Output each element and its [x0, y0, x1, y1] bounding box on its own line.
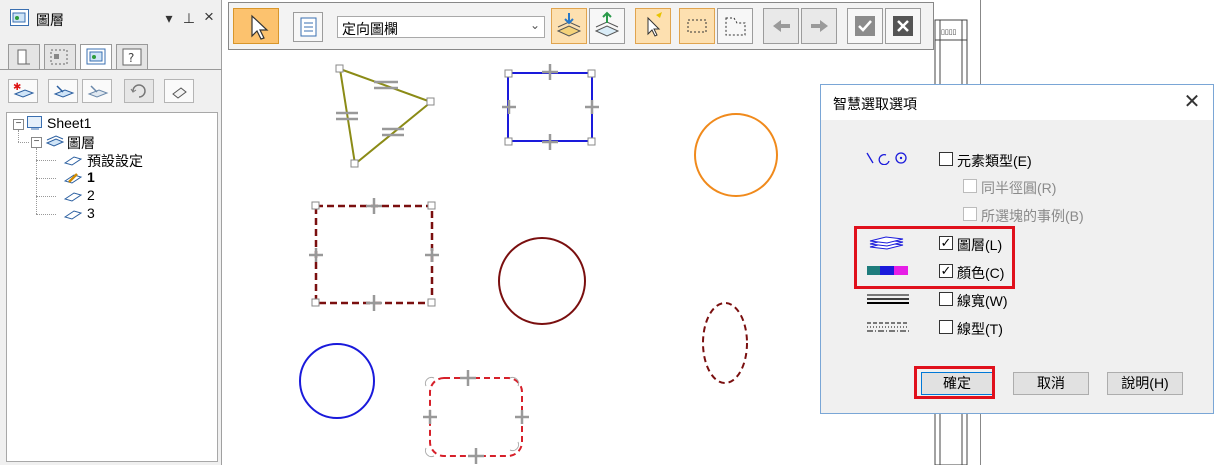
dashed-rounded-shape[interactable]: [423, 370, 529, 464]
magic-cursor-icon: [647, 12, 662, 37]
line-type-label: 線型(T): [957, 321, 1003, 337]
smart-select-toolbar: 定向圖欄 ⌄: [228, 2, 934, 50]
dialog-title: 智慧選取選項: [833, 96, 917, 112]
blue-circle-shape[interactable]: [299, 343, 375, 419]
line-type-icon: [867, 322, 909, 332]
ok-button[interactable]: 確定: [921, 372, 993, 395]
block-instances-checkbox[interactable]: [963, 207, 977, 221]
checkmark-icon: [855, 16, 875, 36]
arrow-left-icon: [773, 20, 790, 32]
dialog-titlebar: 智慧選取選項 ✕: [821, 85, 1213, 120]
color-label: 顏色(C): [957, 265, 1005, 281]
color-swatches-icon: [867, 266, 908, 275]
window-select-button[interactable]: [679, 8, 715, 44]
dashed-ellipse-shape[interactable]: [702, 302, 748, 384]
line-width-label: 線寬(W): [957, 293, 1008, 309]
cancel-button[interactable]: [885, 8, 921, 44]
rectangle-select-icon: [687, 19, 707, 33]
blue-square-shape[interactable]: [502, 64, 599, 150]
cursor-arrow-icon: [251, 14, 269, 40]
layer-label: 圖層(L): [957, 237, 1003, 253]
arrow-right-icon: [811, 20, 828, 32]
dialog-cancel-button[interactable]: 取消: [1013, 372, 1089, 395]
dialog-close-icon[interactable]: ✕: [1179, 89, 1205, 115]
accept-button[interactable]: [847, 8, 883, 44]
help-button[interactable]: 說明(H): [1107, 372, 1183, 395]
add-layers-icon: [556, 13, 582, 37]
next-button[interactable]: [801, 8, 837, 44]
element-type-checkbox[interactable]: [939, 152, 953, 166]
block-instances-label: 所選塊的事例(B): [981, 208, 1084, 224]
layer-checkbox[interactable]: ✓: [939, 236, 953, 250]
smart-select-button[interactable]: [635, 8, 671, 44]
line-width-checkbox[interactable]: [939, 292, 953, 306]
dashed-square-shape[interactable]: [309, 198, 439, 311]
remove-layers-icon: [594, 11, 620, 37]
previous-button[interactable]: [763, 8, 799, 44]
svg-text:▯▯▯▯: ▯▯▯▯: [941, 28, 956, 36]
element-type-icon: [866, 152, 907, 165]
line-width-icon: [867, 294, 909, 304]
layers-stack-icon: [869, 236, 904, 250]
selection-mode-select[interactable]: 定向圖欄 ⌄: [337, 16, 545, 38]
dark-red-circle-shape[interactable]: [498, 237, 586, 325]
list-icon: [300, 17, 317, 37]
remove-from-selection-button[interactable]: [589, 8, 625, 44]
color-checkbox[interactable]: ✓: [939, 264, 953, 278]
select-tool-button[interactable]: [233, 8, 279, 44]
chevron-down-icon: ⌄: [529, 18, 540, 32]
triangle-shape[interactable]: [335, 64, 435, 168]
polygon-select-button[interactable]: [717, 8, 753, 44]
line-type-checkbox[interactable]: [939, 320, 953, 334]
close-x-icon: [893, 16, 913, 36]
element-type-label: 元素類型(E): [957, 153, 1032, 169]
same-radius-checkbox[interactable]: [963, 179, 977, 193]
orange-circle-shape[interactable]: [694, 113, 778, 197]
list-options-button[interactable]: [293, 12, 323, 42]
selection-mode-value: 定向圖欄: [342, 21, 398, 37]
add-to-selection-button[interactable]: [551, 8, 587, 44]
dialog-body: 元素類型(E) 同半徑圓(R) 所選塊的事例(B) ✓ 圖層(L) ✓ 顏色(C…: [821, 120, 1213, 413]
same-radius-label: 同半徑圓(R): [981, 180, 1057, 196]
polygon-select-icon: [725, 17, 746, 36]
smart-select-options-dialog: 智慧選取選項 ✕ 元素類型(E) 同半徑圓(R) 所選塊的事例(B) ✓ 圖層(…: [820, 84, 1214, 414]
